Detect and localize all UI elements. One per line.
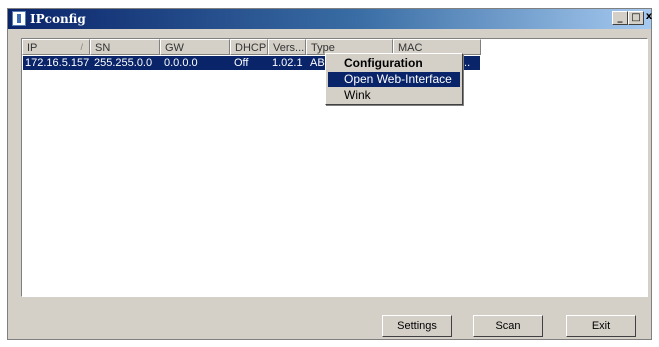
column-header-sn[interactable]: SN xyxy=(90,39,160,55)
sort-arrow-icon: / xyxy=(80,42,83,52)
scan-button[interactable]: Scan xyxy=(473,315,543,337)
exit-button[interactable]: Exit xyxy=(566,315,636,337)
settings-button[interactable]: Settings xyxy=(382,315,452,337)
menu-item-configuration[interactable]: Configuration xyxy=(328,56,460,71)
minimize-button[interactable]: _ xyxy=(612,11,628,25)
cell-dhcp: Off xyxy=(234,57,249,69)
maximize-button[interactable]: □ xyxy=(628,11,644,25)
cell-gw: 0.0.0.0 xyxy=(164,57,198,69)
context-menu: Configuration Open Web-Interface Wink xyxy=(325,53,463,105)
column-header-version[interactable]: Vers... xyxy=(268,39,306,55)
column-header-ip[interactable]: IP / xyxy=(22,39,90,55)
cell-mac: ... xyxy=(461,57,471,69)
close-button[interactable]: x xyxy=(645,11,653,25)
cell-ip: 172.16.5.157 xyxy=(25,57,89,69)
window-title: IPconfig xyxy=(30,12,86,26)
title-bar[interactable]: IPconfig _ □ x xyxy=(8,9,653,29)
column-header-dhcp[interactable]: DHCP xyxy=(230,39,268,55)
cell-version: 1.02.1 xyxy=(272,57,303,69)
menu-item-open-web-interface[interactable]: Open Web-Interface xyxy=(328,72,460,87)
menu-item-wink[interactable]: Wink xyxy=(328,88,460,103)
column-label-ip: IP xyxy=(27,42,38,54)
app-icon xyxy=(12,11,26,26)
column-header-gw[interactable]: GW xyxy=(160,39,230,55)
cell-sn: 255.255.0.0 xyxy=(94,57,153,69)
